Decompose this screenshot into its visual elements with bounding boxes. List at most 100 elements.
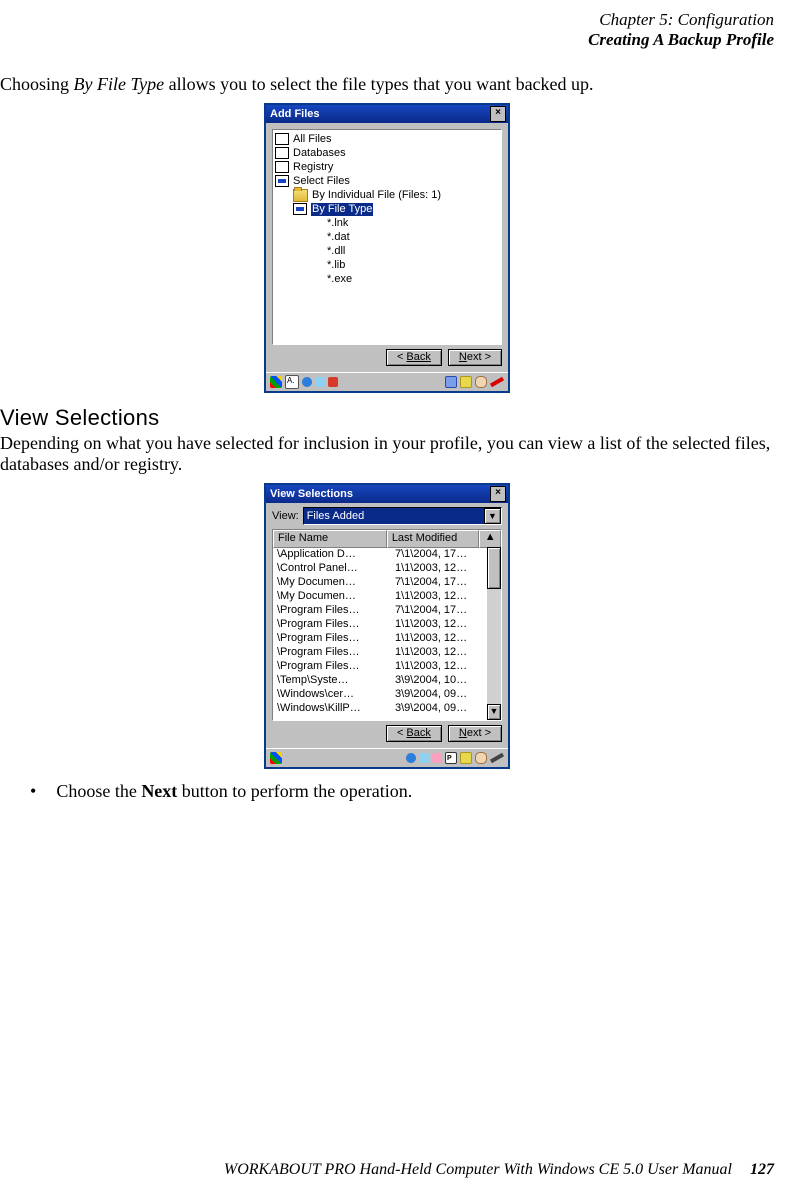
vertical-scrollbar[interactable]: ▼ bbox=[487, 547, 501, 720]
keyboard-icon[interactable] bbox=[285, 375, 299, 389]
tree-label: All Files bbox=[293, 133, 332, 146]
bullet-item: • Choose the Next button to perform the … bbox=[0, 781, 774, 802]
titlebar[interactable]: Add Files × bbox=[266, 105, 508, 123]
table-row[interactable]: \My Documen…7\1\2004, 17… bbox=[273, 576, 501, 590]
globe-icon[interactable] bbox=[302, 377, 312, 387]
sync-icon[interactable] bbox=[419, 753, 429, 763]
cell-lastmodified: 1\1\2003, 12… bbox=[391, 618, 487, 632]
view-combo[interactable]: Files Added ▼ bbox=[303, 507, 502, 525]
tree-item-dat[interactable]: *.dat bbox=[275, 230, 499, 244]
bullet-text: Choose the Next button to perform the op… bbox=[56, 781, 412, 802]
dialog-title: Add Files bbox=[270, 108, 320, 121]
tray-icon-3[interactable] bbox=[475, 376, 487, 388]
tray-pink-icon[interactable] bbox=[432, 753, 442, 763]
pen-icon[interactable] bbox=[490, 377, 504, 387]
cell-filename: \Application D… bbox=[273, 548, 391, 562]
scroll-down-button[interactable]: ▼ bbox=[487, 704, 501, 720]
tree-item-lnk[interactable]: *.lnk bbox=[275, 216, 499, 230]
spacer bbox=[311, 216, 323, 230]
cell-lastmodified: 3\9\2004, 10… bbox=[391, 674, 487, 688]
back-button[interactable]: < Back bbox=[386, 725, 442, 742]
back-button[interactable]: < Back bbox=[386, 349, 442, 366]
cell-lastmodified: 7\1\2004, 17… bbox=[391, 548, 487, 562]
tray-icon-1[interactable] bbox=[445, 376, 457, 388]
tree-item-all-files[interactable]: All Files bbox=[275, 132, 499, 146]
tree-label: *.dll bbox=[327, 245, 345, 258]
table-row[interactable]: \Temp\Syste…3\9\2004, 10… bbox=[273, 674, 501, 688]
col-header-lastmod[interactable]: Last Modified bbox=[387, 530, 480, 548]
footer-text: WORKABOUT PRO Hand-Held Computer With Wi… bbox=[224, 1161, 732, 1178]
status-red-icon[interactable] bbox=[328, 377, 338, 387]
tree-item-lib[interactable]: *.lib bbox=[275, 258, 499, 272]
scroll-thumb[interactable] bbox=[487, 547, 501, 589]
intro-lead: Choosing bbox=[0, 74, 74, 94]
cell-filename: \Windows\KillP… bbox=[273, 702, 391, 716]
spacer bbox=[311, 272, 323, 286]
tree-item-by-individual[interactable]: By Individual File (Files: 1) bbox=[275, 188, 499, 202]
folder-icon bbox=[293, 189, 308, 202]
next-label: Next > bbox=[459, 727, 491, 739]
tree-item-exe[interactable]: *.exe bbox=[275, 272, 499, 286]
titlebar[interactable]: View Selections × bbox=[266, 485, 508, 503]
close-icon[interactable]: × bbox=[490, 486, 506, 502]
view-selections-heading: View Selections bbox=[0, 405, 774, 431]
tree-item-registry[interactable]: Registry bbox=[275, 160, 499, 174]
cell-lastmodified: 7\1\2004, 17… bbox=[391, 604, 487, 618]
checkbox-icon[interactable] bbox=[275, 161, 289, 173]
hand-icon[interactable] bbox=[475, 752, 487, 764]
cell-filename: \Temp\Syste… bbox=[273, 674, 391, 688]
button-row: < Back Next > bbox=[266, 349, 508, 372]
checkbox-icon[interactable] bbox=[275, 147, 289, 159]
globe-icon[interactable] bbox=[406, 753, 416, 763]
checkbox-icon[interactable] bbox=[275, 175, 289, 187]
tree-panel: All Files Databases Registry Select File… bbox=[272, 129, 502, 345]
start-icon[interactable] bbox=[270, 376, 282, 388]
close-icon[interactable]: × bbox=[490, 106, 506, 122]
col-header-filename[interactable]: File Name bbox=[273, 530, 387, 548]
cell-filename: \Windows\cer… bbox=[273, 688, 391, 702]
cell-filename: \Control Panel… bbox=[273, 562, 391, 576]
page-number: 127 bbox=[750, 1161, 774, 1178]
cell-filename: \Program Files… bbox=[273, 618, 391, 632]
next-button[interactable]: Next > bbox=[448, 349, 502, 366]
scroll-up-button[interactable]: ▲ bbox=[479, 530, 501, 548]
view-label: View: bbox=[272, 510, 299, 523]
pen-icon[interactable] bbox=[490, 753, 504, 763]
spacer bbox=[311, 244, 323, 258]
table-row[interactable]: \Windows\KillP…3\9\2004, 09… bbox=[273, 702, 501, 716]
bullet-marker: • bbox=[30, 781, 36, 802]
button-row: < Back Next > bbox=[266, 725, 508, 748]
table-row[interactable]: \Program Files…1\1\2003, 12… bbox=[273, 618, 501, 632]
table-row[interactable]: \My Documen…1\1\2003, 12… bbox=[273, 590, 501, 604]
table-row[interactable]: \Program Files…7\1\2004, 17… bbox=[273, 604, 501, 618]
start-icon[interactable] bbox=[270, 752, 282, 764]
table-row[interactable]: \Windows\cer…3\9\2004, 09… bbox=[273, 688, 501, 702]
table-row[interactable]: \Program Files…1\1\2003, 12… bbox=[273, 660, 501, 674]
tree-item-by-file-type[interactable]: By File Type bbox=[275, 202, 499, 216]
checkbox-icon[interactable] bbox=[275, 133, 289, 145]
tree-item-databases[interactable]: Databases bbox=[275, 146, 499, 160]
table-row[interactable]: \Program Files…1\1\2003, 12… bbox=[273, 632, 501, 646]
cell-filename: \Program Files… bbox=[273, 660, 391, 674]
checkbox-icon[interactable] bbox=[293, 203, 307, 215]
table-row[interactable]: \Program Files…1\1\2003, 12… bbox=[273, 646, 501, 660]
card-icon[interactable] bbox=[445, 752, 457, 764]
cell-filename: \My Documen… bbox=[273, 576, 391, 590]
table-row[interactable]: \Application D…7\1\2004, 17… bbox=[273, 548, 501, 562]
tray-icon-2[interactable] bbox=[460, 376, 472, 388]
cell-lastmodified: 3\9\2004, 09… bbox=[391, 688, 487, 702]
tray-yellow-icon[interactable] bbox=[460, 752, 472, 764]
sync-icon[interactable] bbox=[315, 377, 325, 387]
back-label: Back bbox=[406, 351, 430, 363]
chevron-down-icon[interactable]: ▼ bbox=[484, 508, 501, 524]
next-button[interactable]: Next > bbox=[448, 725, 502, 742]
cell-lastmodified: 1\1\2003, 12… bbox=[391, 562, 487, 576]
section-label: Creating A Backup Profile bbox=[0, 30, 774, 50]
files-table: File Name Last Modified ▲ \Application D… bbox=[272, 529, 502, 721]
spacer bbox=[311, 230, 323, 244]
cell-filename: \Program Files… bbox=[273, 646, 391, 660]
tree-item-dll[interactable]: *.dll bbox=[275, 244, 499, 258]
table-row[interactable]: \Control Panel…1\1\2003, 12… bbox=[273, 562, 501, 576]
cell-lastmodified: 1\1\2003, 12… bbox=[391, 646, 487, 660]
tree-item-select-files[interactable]: Select Files bbox=[275, 174, 499, 188]
